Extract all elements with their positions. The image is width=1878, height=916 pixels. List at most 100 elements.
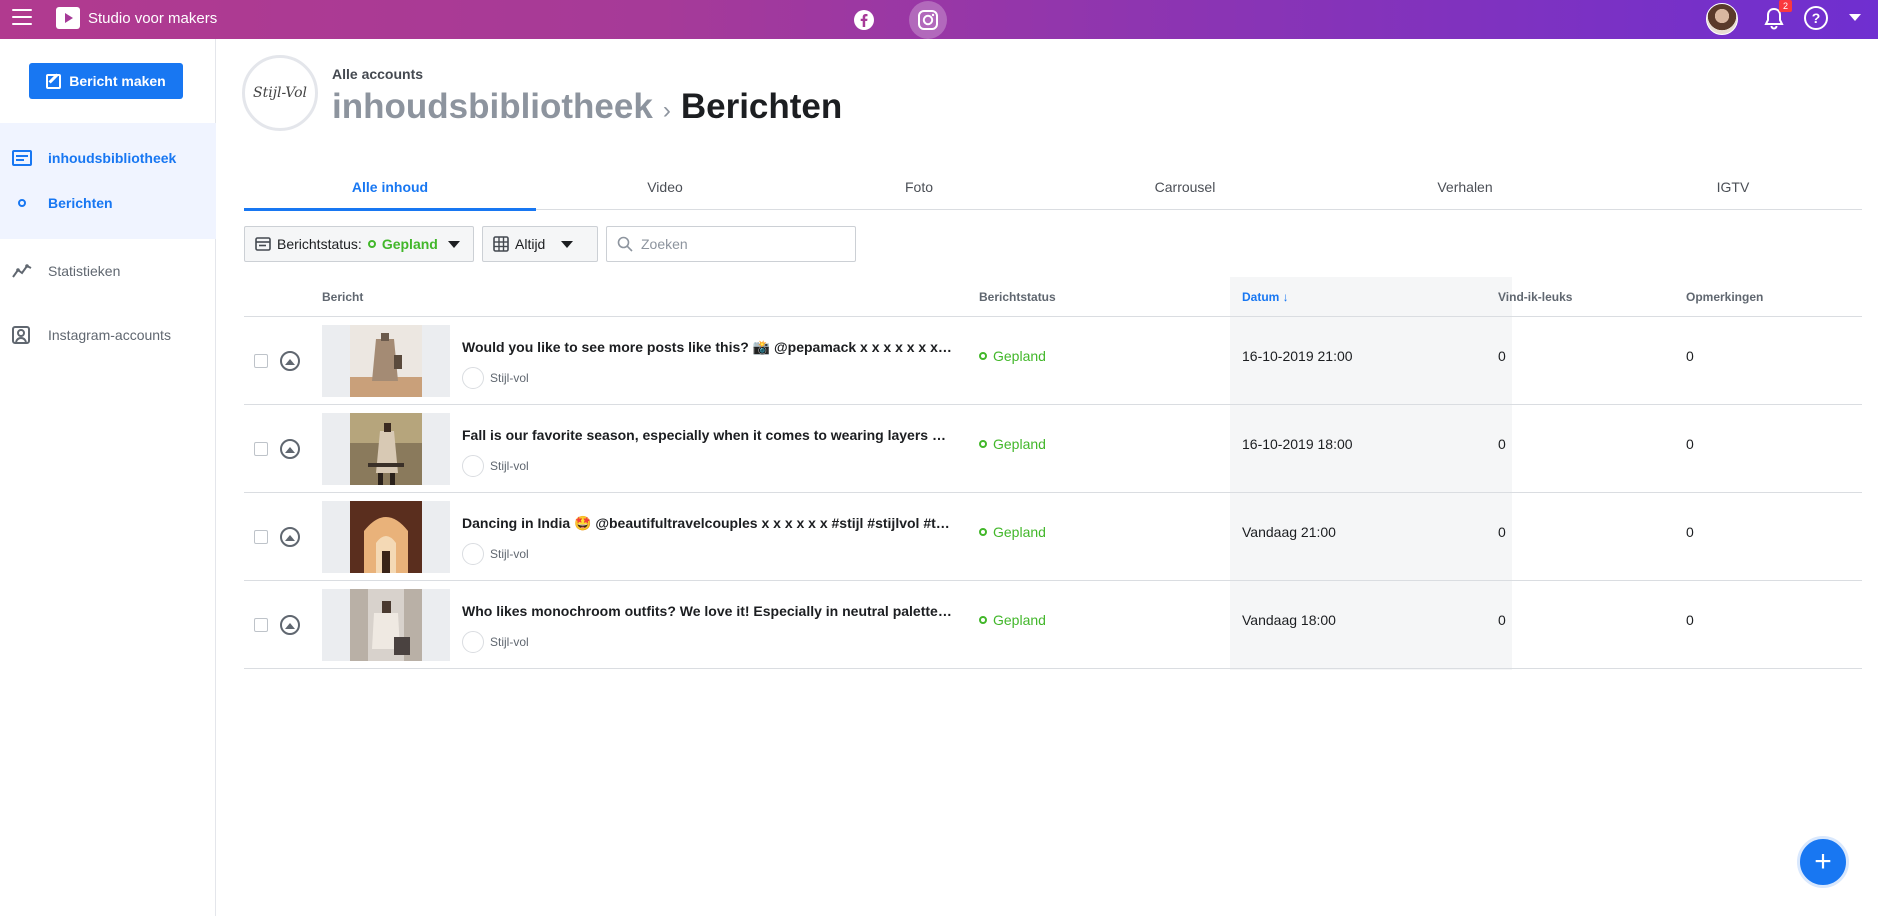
creator-studio-logo-icon xyxy=(56,7,80,29)
app-title: Studio voor makers xyxy=(88,9,218,27)
account-selector-label[interactable]: Alle accounts xyxy=(332,66,423,82)
post-likes: 0 xyxy=(1498,436,1506,452)
sidebar-item-content-library[interactable]: inhoudsbibliotheek xyxy=(0,140,216,176)
notification-badge: 2 xyxy=(1779,0,1792,12)
post-account: Stijl-vol xyxy=(462,367,529,389)
post-status: Gepland xyxy=(979,348,1046,364)
posts-table: Bericht Berichtstatus Datum ↓ Vind-ik-le… xyxy=(244,277,1862,669)
account-menu-chevron-down-icon[interactable] xyxy=(1849,14,1861,21)
row-checkbox[interactable] xyxy=(254,354,268,368)
row-checkbox[interactable] xyxy=(254,530,268,544)
page-title: Berichten xyxy=(680,87,843,126)
scheduled-dot-icon xyxy=(367,240,376,248)
post-thumbnail[interactable] xyxy=(322,325,450,397)
post-image xyxy=(350,501,422,573)
status-filter-dropdown[interactable]: Berichtstatus: Gepland xyxy=(244,226,474,262)
status-filter-value: Gepland xyxy=(381,236,438,252)
account-mini-avatar xyxy=(462,631,484,653)
column-header-status[interactable]: Berichtstatus xyxy=(979,290,1056,304)
tab-video[interactable]: Video xyxy=(536,163,794,210)
search-box[interactable] xyxy=(606,226,856,262)
table-row[interactable]: Would you like to see more posts like th… xyxy=(244,317,1862,405)
facebook-icon[interactable] xyxy=(845,1,883,39)
table-row[interactable]: Fall is our favorite season, especially … xyxy=(244,405,1862,493)
avatar[interactable] xyxy=(1706,3,1738,35)
breadcrumb: inhoudsbibliotheek › Berichten xyxy=(332,87,842,127)
date-filter-dropdown[interactable]: Altijd xyxy=(482,226,598,262)
post-status-icon xyxy=(255,237,271,251)
row-checkbox[interactable] xyxy=(254,618,268,632)
post-title[interactable]: Fall is our favorite season, especially … xyxy=(462,427,952,443)
row-checkbox[interactable] xyxy=(254,442,268,456)
sidebar: Bericht maken inhoudsbibliotheek Bericht… xyxy=(0,39,216,916)
sidebar-item-label: Instagram-accounts xyxy=(48,327,171,343)
brand[interactable]: Studio voor makers xyxy=(56,7,217,29)
sidebar-item-posts[interactable]: Berichten xyxy=(0,185,216,221)
active-dot-icon xyxy=(18,199,26,207)
account-logo[interactable]: Stijl-Vol xyxy=(242,55,318,131)
search-icon xyxy=(617,236,633,252)
post-account: Stijl-vol xyxy=(462,543,529,565)
create-post-button[interactable]: Bericht maken xyxy=(29,63,183,99)
column-header-comments[interactable]: Opmerkingen xyxy=(1686,290,1763,304)
column-header-post: Bericht xyxy=(322,290,364,304)
content-tabs: Alle inhoud Video Foto Carrousel Verhale… xyxy=(244,163,1862,211)
post-thumbnail[interactable] xyxy=(322,413,450,485)
post-comments: 0 xyxy=(1686,524,1694,540)
column-header-likes[interactable]: Vind-ik-leuks xyxy=(1498,290,1572,304)
post-account-name: Stijl-vol xyxy=(490,371,529,385)
main-content: Stijl-Vol Alle accounts inhoudsbibliothe… xyxy=(216,39,1878,916)
scheduled-dot-icon xyxy=(979,528,987,536)
breadcrumb-parent[interactable]: inhoudsbibliotheek xyxy=(332,87,653,127)
post-comments: 0 xyxy=(1686,348,1694,364)
sidebar-item-statistics[interactable]: Statistieken xyxy=(0,253,216,289)
photo-type-icon xyxy=(280,351,300,371)
column-header-date[interactable]: Datum ↓ xyxy=(1242,290,1289,304)
post-title[interactable]: Dancing in India 🤩 @beautifultravelcoupl… xyxy=(462,515,952,532)
post-status-label: Gepland xyxy=(993,436,1046,452)
post-likes: 0 xyxy=(1498,524,1506,540)
post-status-label: Gepland xyxy=(993,524,1046,540)
post-account: Stijl-vol xyxy=(462,631,529,653)
table-header: Bericht Berichtstatus Datum ↓ Vind-ik-le… xyxy=(244,277,1862,317)
post-comments: 0 xyxy=(1686,612,1694,628)
statistics-icon xyxy=(12,264,32,278)
account-mini-avatar xyxy=(462,455,484,477)
post-image xyxy=(350,413,422,485)
table-row[interactable]: Who likes monochroom outfits? We love it… xyxy=(244,581,1862,669)
post-date: 16-10-2019 18:00 xyxy=(1242,436,1353,452)
post-account-name: Stijl-vol xyxy=(490,635,529,649)
instagram-icon[interactable] xyxy=(909,1,947,39)
post-thumbnail[interactable] xyxy=(322,501,450,573)
scheduled-dot-icon xyxy=(979,616,987,624)
post-title[interactable]: Who likes monochroom outfits? We love it… xyxy=(462,603,952,619)
post-comments: 0 xyxy=(1686,436,1694,452)
scheduled-dot-icon xyxy=(979,352,987,360)
post-likes: 0 xyxy=(1498,612,1506,628)
tab-carousel[interactable]: Carrousel xyxy=(1044,163,1326,210)
tab-all-content[interactable]: Alle inhoud xyxy=(244,163,536,211)
top-bar: Studio voor makers 2 ? xyxy=(0,0,1878,39)
post-account-name: Stijl-vol xyxy=(490,547,529,561)
post-date: Vandaag 21:00 xyxy=(1242,524,1336,540)
post-title[interactable]: Would you like to see more posts like th… xyxy=(462,339,952,356)
account-mini-avatar xyxy=(462,367,484,389)
tab-stories[interactable]: Verhalen xyxy=(1326,163,1604,210)
chevron-down-icon xyxy=(447,240,460,248)
post-account: Stijl-vol xyxy=(462,455,529,477)
help-icon[interactable]: ? xyxy=(1804,6,1828,30)
tab-igtv[interactable]: IGTV xyxy=(1604,163,1862,210)
search-input[interactable] xyxy=(641,236,841,252)
post-thumbnail[interactable] xyxy=(322,589,450,661)
edit-icon xyxy=(46,73,62,89)
filter-bar: Berichtstatus: Gepland Altijd xyxy=(244,226,856,262)
sidebar-item-label: inhoudsbibliotheek xyxy=(48,150,177,166)
tab-photo[interactable]: Foto xyxy=(794,163,1044,210)
menu-icon[interactable] xyxy=(12,9,32,27)
add-floating-button[interactable]: + xyxy=(1797,836,1849,888)
post-status: Gepland xyxy=(979,524,1046,540)
sidebar-item-instagram-accounts[interactable]: Instagram-accounts xyxy=(0,317,216,353)
accounts-icon xyxy=(12,326,30,344)
table-row[interactable]: Dancing in India 🤩 @beautifultravelcoupl… xyxy=(244,493,1862,581)
create-post-label: Bericht maken xyxy=(69,73,166,89)
